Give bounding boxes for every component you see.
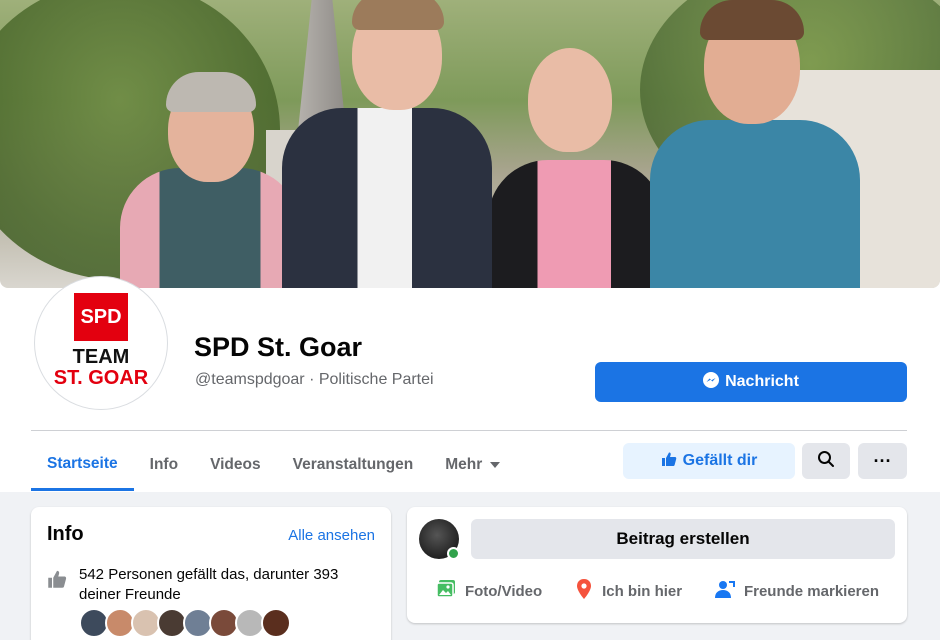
tab-videos[interactable]: Videos [194,440,277,490]
search-icon [817,450,835,473]
avatar-line-city: ST. GOAR [53,367,149,389]
tag-people-icon [714,578,736,604]
tab-label: Mehr [445,456,483,473]
tab-startseite[interactable]: Startseite [31,440,134,491]
tab-mehr[interactable]: Mehr [429,440,516,490]
subtitle-separator: · [304,371,319,388]
tab-label: Info [149,456,179,473]
cover-person-2 [282,0,492,288]
composer-actions: Foto/Video Ich bin hier Freunde markiere… [419,571,895,611]
info-card-title: Info [47,523,84,545]
photo-video-button[interactable]: Foto/Video [435,578,542,604]
page-subtitle: @teamspdgoar · Politische Partei [195,371,434,389]
page-title: SPD St. Goar [194,332,363,362]
profile-avatar[interactable]: SPD TEAM ST. GOAR [34,276,168,410]
photo-icon [435,578,457,604]
post-composer: Beitrag erstellen Foto/Video Ich bin hie… [407,507,907,623]
location-pin-icon [574,578,594,604]
search-button[interactable] [802,443,850,479]
cover-person-4 [650,0,860,288]
caret-down-icon [490,462,501,468]
page-handle[interactable]: @teamspdgoar [195,371,305,388]
online-status-icon [447,547,460,560]
cover-person-3 [488,38,664,288]
like-page-button[interactable]: Gefällt dir [623,443,795,479]
more-options-button[interactable]: ··· [858,443,907,479]
check-in-label: Ich bin hier [602,582,683,600]
page-category[interactable]: Politische Partei [319,371,434,388]
photo-video-label: Foto/Video [464,582,543,600]
messenger-icon [703,371,720,393]
page-tabs: Startseite Info Videos Veranstaltungen M… [31,440,516,492]
thumbs-up-icon [47,569,67,594]
tab-info[interactable]: Info [134,440,194,490]
thumbs-up-icon [661,451,677,472]
check-in-button[interactable]: Ich bin hier [574,578,682,604]
info-card: Info Alle ansehen 542 Personen gefällt d… [31,507,391,640]
tag-friends-button[interactable]: Freunde markieren [714,578,879,604]
like-button-label: Gefällt dir [682,452,758,469]
see-all-link[interactable]: Alle ansehen [288,527,375,544]
create-post-button[interactable]: Beitrag erstellen [471,519,895,559]
tab-veranstaltungen[interactable]: Veranstaltungen [277,440,430,490]
likes-summary: 542 Personen gefällt das, darunter 393 d… [79,566,339,603]
cover-person-1 [120,72,300,288]
friend-avatars [79,608,291,638]
tab-label: Startseite [47,455,118,472]
tab-label: Videos [210,456,261,473]
avatar-line-team: TEAM [72,346,130,368]
cover-photo[interactable] [0,0,940,288]
tab-label: Veranstaltungen [292,456,414,473]
friend-avatar[interactable] [261,608,291,638]
message-button-label: Nachricht [725,373,799,390]
tag-friends-label: Freunde markieren [743,582,880,600]
message-button[interactable]: Nachricht [595,362,907,402]
header-divider [31,430,907,431]
spd-logo: SPD [74,293,128,341]
more-icon: ··· [873,450,892,471]
